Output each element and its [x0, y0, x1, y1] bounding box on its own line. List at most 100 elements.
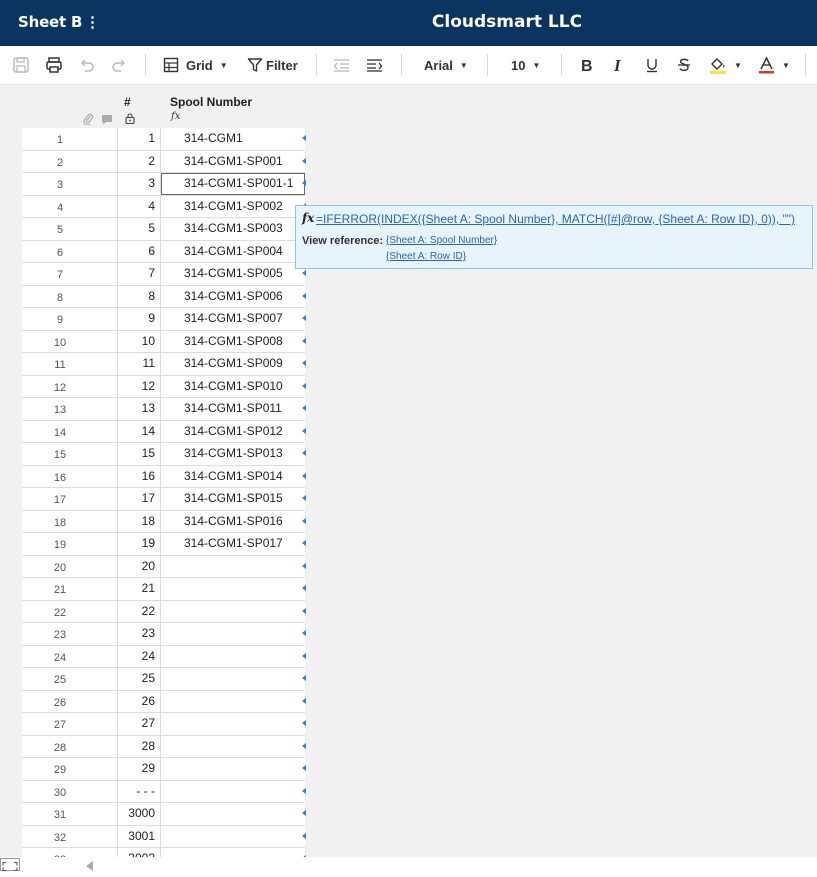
spool-number-cell[interactable] — [161, 645, 306, 667]
cell-link-indicator-icon[interactable] — [302, 157, 306, 164]
row-number-cell[interactable]: 30 — [22, 780, 116, 802]
number-cell[interactable]: 1 — [117, 128, 161, 150]
fill-color-icon[interactable]: ▼ — [709, 46, 742, 84]
row-number-cell[interactable]: 32 — [22, 825, 116, 847]
table-row[interactable]: 30 - - - — [22, 780, 306, 803]
column-header-spool-number[interactable]: Spool Number — [170, 95, 252, 109]
table-row[interactable]: 32 3001 — [22, 825, 306, 848]
row-number-cell[interactable]: 19 — [22, 533, 116, 555]
cell-link-indicator-icon[interactable] — [302, 427, 306, 434]
row-number-cell[interactable]: 15 — [22, 443, 116, 465]
number-cell[interactable]: 13 — [117, 398, 161, 420]
cell-link-indicator-icon[interactable] — [302, 810, 306, 816]
number-cell[interactable]: 11 — [117, 353, 161, 375]
reference-link-row-id[interactable]: {Sheet A: Row ID} — [386, 251, 466, 262]
number-cell[interactable]: 8 — [117, 285, 161, 307]
row-number-cell[interactable]: 21 — [22, 578, 116, 600]
spool-number-cell[interactable] — [161, 578, 306, 600]
row-number-cell[interactable]: 23 — [22, 623, 116, 645]
save-icon[interactable] — [12, 46, 30, 84]
row-number-cell[interactable]: 9 — [22, 308, 116, 330]
text-color-icon[interactable]: ▼ — [758, 46, 790, 84]
spool-number-cell[interactable]: 314-CGM1-SP001 — [161, 150, 306, 172]
number-cell[interactable]: 5 — [117, 218, 161, 240]
number-cell[interactable]: 24 — [117, 645, 161, 667]
undo-icon[interactable] — [78, 46, 96, 84]
redo-icon[interactable] — [110, 46, 128, 84]
cell-link-indicator-icon[interactable] — [302, 652, 306, 659]
number-cell[interactable]: 3 — [117, 173, 161, 195]
spool-number-cell[interactable] — [161, 825, 306, 847]
table-row[interactable]: 17 17 314-CGM1-SP015 — [22, 488, 306, 511]
cell-link-indicator-icon[interactable] — [302, 495, 306, 501]
row-number-cell[interactable]: 25 — [22, 668, 116, 690]
number-cell[interactable]: 25 — [117, 668, 161, 690]
table-row[interactable]: 15 15 314-CGM1-SP013 — [22, 443, 306, 466]
cell-link-indicator-icon[interactable] — [302, 135, 306, 141]
row-number-cell[interactable]: 18 — [22, 510, 116, 532]
spool-number-cell[interactable] — [161, 758, 306, 780]
row-number-cell[interactable]: 17 — [22, 488, 116, 510]
table-row[interactable]: 3 3 314-CGM1-SP001-1 — [22, 173, 306, 196]
number-cell[interactable]: 9 — [117, 308, 161, 330]
cell-link-indicator-icon[interactable] — [302, 270, 306, 276]
table-row[interactable]: 10 10 314-CGM1-SP008 — [22, 330, 306, 353]
number-cell[interactable]: 20 — [117, 555, 161, 577]
table-row[interactable]: 4 4 314-CGM1-SP002 — [22, 195, 306, 218]
table-row[interactable]: 22 22 — [22, 600, 306, 623]
table-row[interactable]: 2 2 314-CGM1-SP001 — [22, 150, 306, 173]
spool-number-cell[interactable] — [161, 713, 306, 735]
number-cell[interactable]: 2 — [117, 150, 161, 172]
number-cell[interactable]: 4 — [117, 195, 161, 217]
table-row[interactable]: 16 16 314-CGM1-SP014 — [22, 465, 306, 488]
number-cell[interactable]: 16 — [117, 465, 161, 487]
spool-number-cell[interactable]: 314-CGM1-SP010 — [161, 375, 306, 397]
table-row[interactable]: 18 18 314-CGM1-SP016 — [22, 510, 306, 533]
column-header-number[interactable]: # — [124, 95, 131, 109]
cell-link-indicator-icon[interactable] — [302, 540, 306, 546]
spool-number-cell[interactable]: 314-CGM1-SP009 — [161, 353, 306, 375]
number-cell[interactable]: 21 — [117, 578, 161, 600]
spool-number-cell[interactable]: 314-CGM1-SP006 — [161, 285, 306, 307]
spool-number-cell[interactable]: 314-CGM1-SP005 — [161, 263, 306, 285]
table-row[interactable]: 21 21 — [22, 578, 306, 601]
spool-number-cell[interactable]: 314-CGM1-SP014 — [161, 465, 306, 487]
cell-link-indicator-icon[interactable] — [302, 472, 306, 479]
cell-link-indicator-icon[interactable] — [302, 630, 306, 636]
spool-number-cell[interactable]: 314-CGM1-SP003 — [161, 218, 306, 240]
spool-number-cell[interactable] — [161, 623, 306, 645]
expand-icon[interactable] — [0, 858, 20, 872]
spool-number-cell[interactable] — [161, 690, 306, 712]
number-cell[interactable]: 3001 — [117, 825, 161, 847]
number-cell[interactable]: 3000 — [117, 803, 161, 825]
spool-number-cell[interactable]: 314-CGM1-SP007 — [161, 308, 306, 330]
number-cell[interactable]: 23 — [117, 623, 161, 645]
row-number-cell[interactable]: 6 — [22, 240, 116, 262]
number-cell[interactable]: 28 — [117, 735, 161, 757]
cell-link-indicator-icon[interactable] — [302, 832, 306, 839]
spool-number-cell[interactable]: 314-CGM1-SP001-1 — [161, 173, 306, 195]
row-number-cell[interactable]: 8 — [22, 285, 116, 307]
font-size-select[interactable]: 10 ▼ — [511, 46, 540, 84]
table-row[interactable]: 14 14 314-CGM1-SP012 — [22, 420, 306, 443]
row-number-cell[interactable]: 16 — [22, 465, 116, 487]
spool-number-cell[interactable] — [161, 668, 306, 690]
row-number-cell[interactable]: 10 — [22, 330, 116, 352]
table-row[interactable]: 13 13 314-CGM1-SP011 — [22, 398, 306, 421]
row-number-cell[interactable]: 14 — [22, 420, 116, 442]
cell-link-indicator-icon[interactable] — [302, 360, 306, 366]
cell-link-indicator-icon[interactable] — [302, 382, 306, 389]
cell-link-indicator-icon[interactable] — [302, 292, 306, 299]
cell-link-indicator-icon[interactable] — [302, 697, 306, 704]
formula-text[interactable]: =IFERROR(INDEX({Sheet A: Spool Number}, … — [316, 212, 795, 226]
number-cell[interactable]: - - - — [117, 780, 161, 802]
row-number-cell[interactable]: 29 — [22, 758, 116, 780]
cell-link-indicator-icon[interactable] — [302, 315, 306, 321]
indent-icon[interactable] — [366, 46, 383, 84]
spool-number-cell[interactable] — [161, 803, 306, 825]
row-number-cell[interactable]: 7 — [22, 263, 116, 285]
row-number-cell[interactable]: 20 — [22, 555, 116, 577]
number-cell[interactable]: 19 — [117, 533, 161, 555]
number-cell[interactable]: 7 — [117, 263, 161, 285]
table-row[interactable]: 1 1 314-CGM1 — [22, 128, 306, 151]
